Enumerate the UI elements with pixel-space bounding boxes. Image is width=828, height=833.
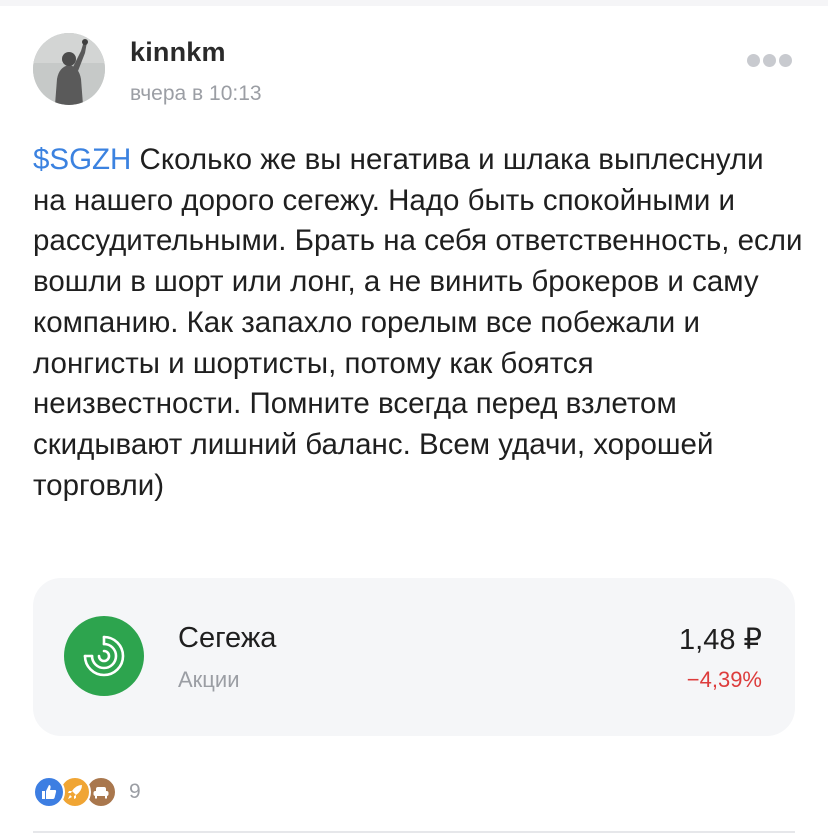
ticker-link[interactable]: $SGZH xyxy=(33,143,131,176)
more-options-button[interactable] xyxy=(747,51,793,69)
stock-name: Сегежа xyxy=(178,622,277,654)
post-time: вчера в 10:13 xyxy=(130,82,262,105)
reactions-button[interactable] xyxy=(33,776,117,808)
thumbs-up-icon xyxy=(33,776,65,808)
stock-price: 1,48 ₽ xyxy=(679,624,762,656)
segezha-logo-icon xyxy=(64,616,144,696)
post-text: Сколько же вы негатива и шлака выплеснул… xyxy=(33,143,803,502)
stock-card[interactable]: Сегежа Акции 1,48 ₽ −4,39% xyxy=(33,578,795,736)
reactions-bar: 9 xyxy=(33,775,141,809)
stock-type: Акции xyxy=(178,667,240,692)
post-body: $SGZH Сколько же вы негатива и шлака вып… xyxy=(33,140,803,506)
dot-icon xyxy=(779,53,792,67)
reactions-count: 9 xyxy=(129,780,141,803)
avatar-image xyxy=(33,33,105,105)
author-name[interactable]: kinnkm xyxy=(130,37,226,68)
dot-icon xyxy=(763,53,776,67)
stock-change: −4,39% xyxy=(686,667,762,692)
top-shade xyxy=(0,0,828,6)
dot-icon xyxy=(747,53,760,67)
post-header: kinnkm вчера в 10:13 xyxy=(33,33,803,108)
avatar[interactable] xyxy=(33,33,105,105)
